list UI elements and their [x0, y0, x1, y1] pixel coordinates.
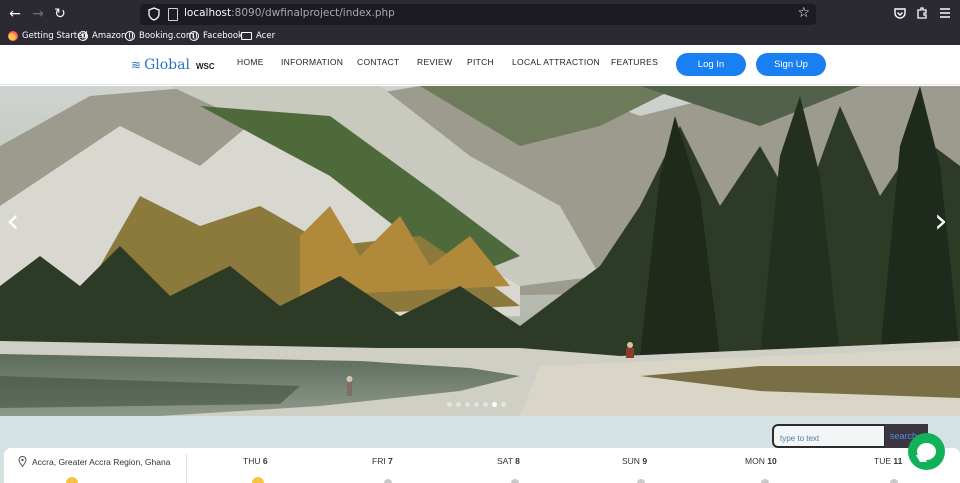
- search-input[interactable]: [774, 428, 884, 449]
- search-box: [772, 424, 886, 449]
- waves-icon: ≋: [131, 58, 142, 72]
- location-pin-icon: [18, 456, 27, 467]
- firefox-icon: [8, 31, 18, 41]
- bookmark-star-icon[interactable]: ☆: [797, 5, 810, 21]
- carousel-dot[interactable]: [447, 402, 452, 407]
- nav-features[interactable]: FEATURES: [611, 57, 658, 67]
- sun-icon: [62, 475, 82, 483]
- nav-home[interactable]: HOME: [237, 57, 264, 67]
- weather-icon: [384, 479, 392, 483]
- chat-bubble-icon: [917, 443, 936, 460]
- back-icon[interactable]: ←: [6, 5, 24, 23]
- carousel-indicators: [447, 402, 506, 407]
- chat-button[interactable]: [908, 433, 945, 470]
- extensions-icon[interactable]: [914, 5, 930, 21]
- bookmark-amazon[interactable]: Amazon: [78, 29, 126, 43]
- login-button[interactable]: Log In: [676, 53, 746, 76]
- address-bar[interactable]: localhost:8090/dwfinalproject/index.php …: [140, 4, 816, 25]
- page-icon: [168, 8, 178, 21]
- carousel-dot[interactable]: [474, 402, 479, 407]
- carousel-dot[interactable]: [501, 402, 506, 407]
- nav-pitch[interactable]: PITCH: [467, 57, 494, 67]
- globe-icon: [78, 31, 88, 41]
- weather-icon: [761, 479, 769, 483]
- day-mon: MON 10: [745, 456, 777, 466]
- folder-icon: [241, 32, 252, 40]
- day-fri: FRI 7: [372, 456, 393, 466]
- pocket-icon[interactable]: [892, 5, 908, 21]
- bookmark-facebook[interactable]: Facebook: [189, 29, 243, 43]
- day-sun: SUN 9: [622, 456, 648, 466]
- signup-button[interactable]: Sign Up: [756, 53, 826, 76]
- globe-icon: [125, 31, 135, 41]
- shield-icon[interactable]: [148, 7, 160, 21]
- weather-icon: [511, 479, 519, 483]
- site-header: ≋ Global WSC HOME INFORMATION CONTACT RE…: [0, 45, 960, 85]
- prev-slide-arrow[interactable]: ‹: [6, 204, 20, 238]
- bookmark-booking[interactable]: Booking.com: [125, 29, 194, 43]
- nav-review[interactable]: REVIEW: [417, 57, 452, 67]
- divider: [186, 454, 187, 483]
- sun-icon: [248, 475, 268, 483]
- bookmarks-bar: Getting Started Amazon Booking.com Faceb…: [0, 28, 960, 45]
- nav-contact[interactable]: CONTACT: [357, 57, 400, 67]
- forward-icon[interactable]: →: [29, 5, 47, 23]
- hero-landscape-image: [0, 86, 960, 416]
- carousel-dot[interactable]: [456, 402, 461, 407]
- menu-icon[interactable]: [937, 5, 953, 21]
- next-slide-arrow[interactable]: ›: [934, 204, 948, 238]
- url-text[interactable]: localhost:8090/dwfinalproject/index.php: [184, 7, 395, 19]
- hero-carousel: ‹ ›: [0, 86, 960, 416]
- search-form: search: [772, 424, 928, 449]
- day-tue: TUE 11: [874, 456, 903, 466]
- day-thu: THU 6: [243, 456, 268, 466]
- weather-icon: [637, 479, 645, 483]
- nav-local-attraction[interactable]: LOCAL ATTRACTION: [512, 57, 600, 67]
- weather-widget: Accra, Greater Accra Region, Ghana THU 6…: [4, 448, 960, 483]
- carousel-dot[interactable]: [483, 402, 488, 407]
- weather-location: Accra, Greater Accra Region, Ghana: [18, 456, 170, 467]
- bookmark-acer[interactable]: Acer: [241, 29, 275, 43]
- nav-information[interactable]: INFORMATION: [281, 57, 343, 67]
- day-sat: SAT 8: [497, 456, 520, 466]
- globe-icon: [189, 31, 199, 41]
- site-logo[interactable]: ≋ Global WSC: [131, 57, 215, 73]
- browser-toolbar: ← → ↻ localhost:8090/dwfinalproject/inde…: [0, 0, 960, 28]
- carousel-dot[interactable]: [492, 402, 497, 407]
- carousel-dot[interactable]: [465, 402, 470, 407]
- bookmark-getting-started[interactable]: Getting Started: [8, 29, 88, 43]
- reload-icon[interactable]: ↻: [51, 5, 69, 23]
- weather-icon: [890, 479, 898, 483]
